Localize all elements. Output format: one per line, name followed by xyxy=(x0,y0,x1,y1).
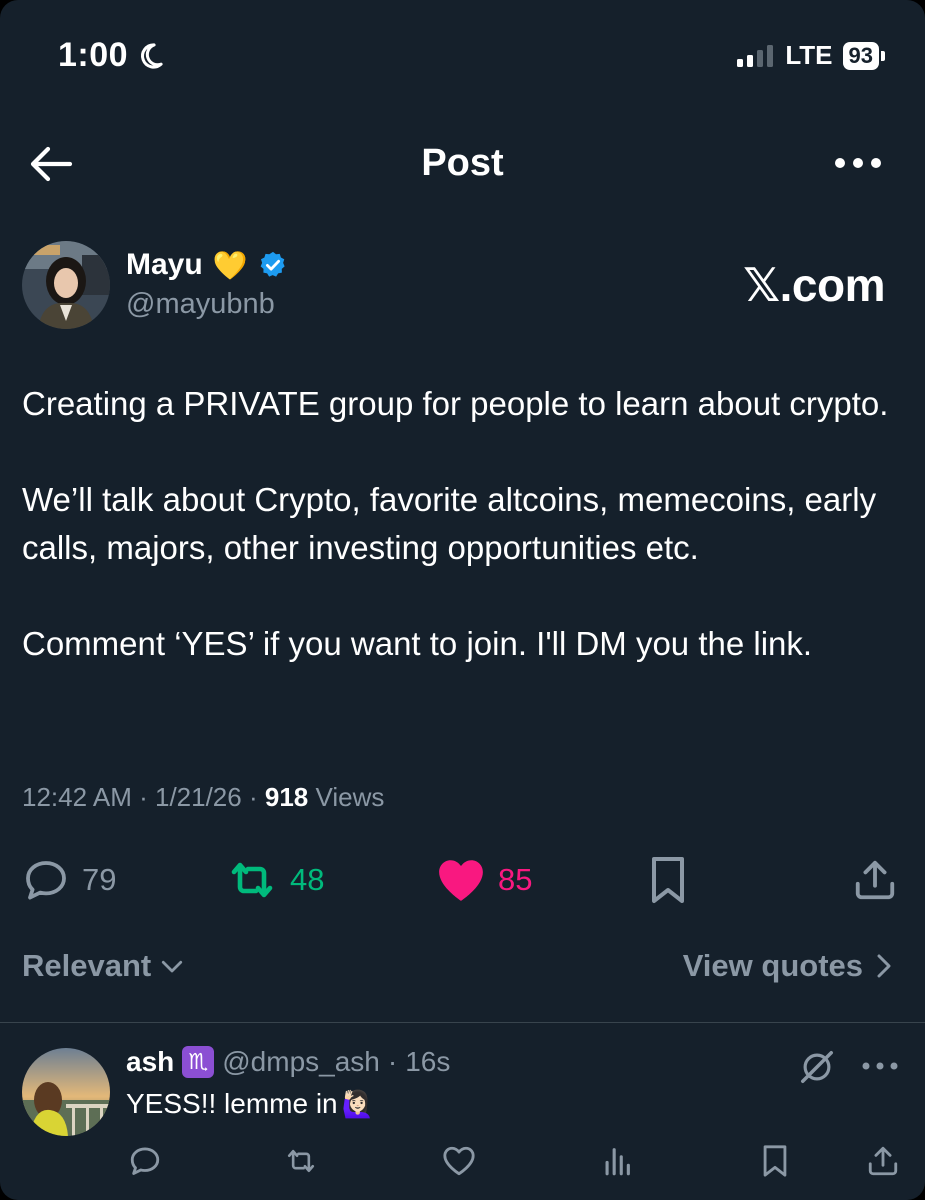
reply-button[interactable]: 79 xyxy=(22,852,116,908)
views-count[interactable]: 918 xyxy=(265,782,308,812)
sort-label: Relevant xyxy=(22,948,152,983)
share-icon xyxy=(855,860,895,900)
replies-toolbar: Relevant View quotes xyxy=(22,948,895,992)
sort-dropdown[interactable]: Relevant xyxy=(22,948,187,984)
bookmark-button[interactable] xyxy=(648,852,688,908)
author-name-text: Mayu xyxy=(126,248,203,281)
meta-separator: · xyxy=(387,1046,398,1077)
repost-count: 48 xyxy=(290,862,325,897)
author-avatar[interactable] xyxy=(22,241,110,329)
views-label: Views xyxy=(315,782,385,812)
more-options-icon[interactable] xyxy=(833,148,883,178)
view-quotes-label: View quotes xyxy=(682,948,863,983)
chevron-down-icon xyxy=(162,960,183,973)
page-title: Post xyxy=(421,142,504,184)
battery-tip xyxy=(881,50,885,61)
raising-hand-emoji: 🙋🏻‍♀️ xyxy=(341,1088,375,1119)
meta-separator: · xyxy=(139,782,155,812)
clock: 1:00 xyxy=(58,36,129,74)
heart-icon xyxy=(439,860,483,901)
post-time: 12:42 AM xyxy=(22,782,132,812)
reply-repost-icon[interactable] xyxy=(284,1144,318,1178)
verified-badge-icon[interactable] xyxy=(258,250,288,280)
reply-like-icon[interactable] xyxy=(442,1144,476,1178)
like-button[interactable]: 85 xyxy=(436,852,532,908)
post-paragraph-1: Creating a PRIVATE group for people to l… xyxy=(22,385,889,422)
author-handle[interactable]: @mayubnb xyxy=(126,288,275,321)
moon-icon xyxy=(141,42,163,69)
reply-icon xyxy=(26,861,66,900)
network-label: LTE xyxy=(785,40,833,70)
reply-actions xyxy=(0,1144,925,1182)
reply-handle[interactable]: @dmps_ash xyxy=(222,1046,380,1078)
post-body: Creating a PRIVATE group for people to l… xyxy=(22,380,902,716)
post-date: 1/21/26 xyxy=(154,782,242,812)
reply-time: 16s xyxy=(405,1046,451,1077)
status-time: 1:00 xyxy=(58,36,164,75)
view-quotes-link[interactable]: View quotes xyxy=(683,948,895,984)
status-indicators: LTE 93 xyxy=(737,40,885,71)
reply-avatar[interactable] xyxy=(22,1048,110,1136)
post-paragraph-2: We’ll talk about Crypto, favorite altcoi… xyxy=(22,481,877,566)
post-meta: 12:42 AM · 1/21/26 · 918 Views xyxy=(22,782,384,813)
grok-icon[interactable] xyxy=(798,1048,836,1086)
reply-views-icon[interactable] xyxy=(600,1144,634,1178)
reply-text-content: YESS!! lemme in xyxy=(126,1088,338,1119)
like-count: 85 xyxy=(498,862,533,897)
battery-level: 93 xyxy=(842,41,879,70)
repost-button[interactable]: 48 xyxy=(226,852,324,908)
share-button[interactable] xyxy=(852,852,898,908)
avatar-image xyxy=(22,1048,110,1136)
scorpio-badge: ♏ xyxy=(182,1046,215,1078)
reply-header: ash ♏ @dmps_ash · 16s xyxy=(126,1046,450,1078)
divider xyxy=(0,1022,925,1023)
reply-share-icon[interactable] xyxy=(866,1144,900,1178)
meta-separator: · xyxy=(248,782,265,812)
reply-bookmark-icon[interactable] xyxy=(758,1144,792,1178)
post-paragraph-3: Comment ‘YES’ if you want to join. I'll … xyxy=(22,625,813,662)
repost-icon xyxy=(231,862,273,898)
post-actions: 79 48 85 xyxy=(0,852,925,908)
yellow-heart-emoji: 💛 xyxy=(212,249,248,281)
x-com-watermark: 𝕏.com xyxy=(743,259,885,311)
reply-text: YESS!! lemme in 🙋🏻‍♀️ xyxy=(126,1088,374,1120)
author-name[interactable]: Mayu 💛 xyxy=(126,248,288,282)
reply-count: 79 xyxy=(82,862,117,897)
chevron-right-icon xyxy=(877,954,891,978)
bookmark-icon xyxy=(652,857,684,903)
avatar-image xyxy=(22,241,110,329)
reply-author-name[interactable]: ash xyxy=(126,1046,174,1078)
reply-more-icon[interactable] xyxy=(860,1060,900,1072)
screen: 1:00 LTE 93 Post Mayu 💛 @mayubnb 𝕏.com C… xyxy=(0,0,925,1200)
reply-comment-icon[interactable] xyxy=(128,1144,162,1178)
signal-icon xyxy=(737,44,774,67)
